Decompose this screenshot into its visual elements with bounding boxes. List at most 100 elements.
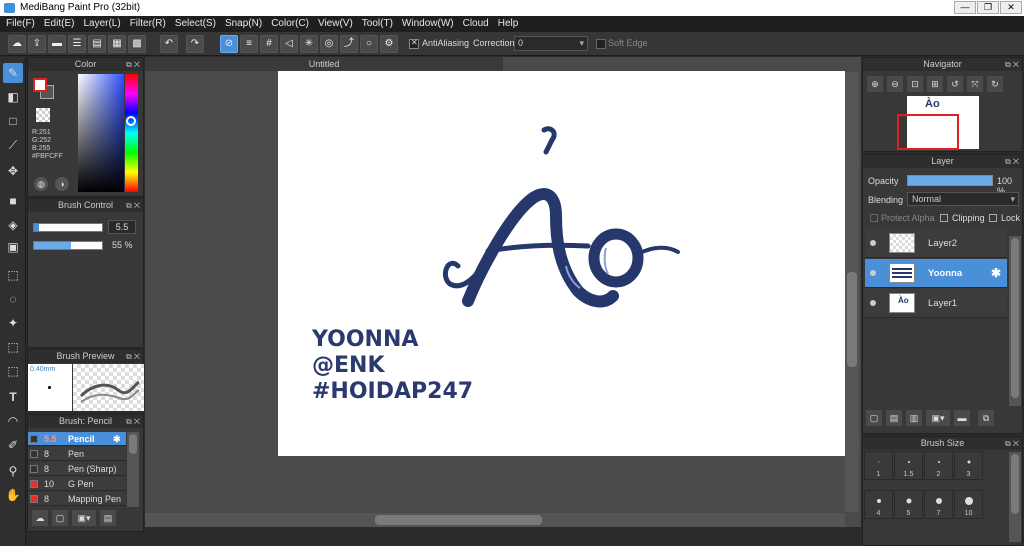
brush-size-3[interactable]: 3 (954, 451, 983, 480)
layer-scroll-thumb[interactable] (1011, 238, 1019, 398)
antialiasing-checkbox[interactable] (409, 38, 419, 49)
redo-icon[interactable]: ↷ (186, 35, 204, 53)
brush-size-1-5[interactable]: 1.5 (894, 451, 923, 480)
correction-select[interactable]: 0 ▾ (514, 36, 588, 51)
lasso-tool-icon[interactable]: ◌ (3, 289, 23, 309)
operation-tool-icon[interactable]: ◠ (3, 411, 23, 431)
close-button[interactable]: ✕ (1000, 1, 1022, 14)
vertical-scroll-thumb[interactable] (847, 272, 857, 367)
dot-tool-icon[interactable]: □ (3, 111, 23, 131)
clipping-checkbox[interactable] (940, 214, 948, 222)
panel-pin-icon[interactable]: ⧉ ✕ (1005, 155, 1019, 168)
panel-icon[interactable]: ▦ (108, 35, 126, 53)
zoom-out-icon[interactable]: ⊖ (887, 76, 903, 92)
brush-size-scroll-thumb[interactable] (1011, 454, 1019, 514)
brush-list-scrollbar[interactable] (127, 432, 139, 507)
eraser-tool-icon[interactable]: ◧ (3, 87, 23, 107)
snap-grid-icon[interactable]: # (260, 35, 278, 53)
brush-size-10[interactable]: 10 (954, 490, 983, 519)
brush-size-7[interactable]: 7 (924, 490, 953, 519)
eyedropper-icon[interactable]: ⚲ (3, 461, 23, 481)
layer-item-layer1[interactable]: Ào Layer1 (865, 289, 1007, 318)
brush-item-g-pen[interactable]: 10 G Pen (28, 477, 126, 491)
panel-pin-icon[interactable]: ⧉ ✕ (1005, 58, 1019, 71)
brush-item-pen-sharp[interactable]: 8 Pen (Sharp) (28, 462, 126, 476)
brush-size-5[interactable]: 5 (894, 490, 923, 519)
comment-icon[interactable]: ▬ (48, 35, 66, 53)
new-brush-icon[interactable]: ▢ (52, 510, 68, 526)
snap-settings-icon[interactable]: ⚙ (380, 35, 398, 53)
saturation-value-picker[interactable] (78, 74, 124, 192)
brush-item-pen[interactable]: 8 Pen (28, 447, 126, 461)
brush-item-pencil[interactable]: 5.5 Pencil ✱ (28, 432, 126, 446)
folder-icon[interactable]: ▬ (954, 410, 970, 426)
snap-parallel-icon[interactable]: ≡ (240, 35, 258, 53)
snap-circle-icon[interactable]: ◎ (320, 35, 338, 53)
panel-pin-icon[interactable]: ⧉ ✕ (126, 199, 140, 212)
brush-size-scrollbar[interactable] (1009, 452, 1021, 542)
palette-icon[interactable]: ◍ (34, 177, 48, 191)
layer-menu-icon[interactable]: ▣▾ (926, 410, 950, 426)
grid-icon[interactable]: ▩ (128, 35, 146, 53)
foreground-color-swatch[interactable] (33, 78, 47, 92)
horizontal-scroll-thumb[interactable] (375, 515, 542, 525)
snap-ellipse-icon[interactable]: ○ (360, 35, 378, 53)
brush-tool-icon[interactable]: ✎ (3, 63, 23, 83)
magic-wand-icon[interactable]: ✦ (3, 313, 23, 333)
minimize-button[interactable]: — (954, 1, 976, 14)
menu-file[interactable]: File(F) (3, 16, 41, 32)
new-halftone-layer-icon[interactable]: ▤ (886, 410, 902, 426)
line-tool-icon[interactable]: ⟋ (3, 135, 23, 155)
rotate-left-icon[interactable]: ↺ (947, 76, 963, 92)
viewport-indicator[interactable] (897, 114, 959, 150)
menu-edit[interactable]: Edit(E) (41, 16, 81, 32)
vertical-scrollbar[interactable] (845, 72, 859, 512)
panel-pin-icon[interactable]: ⧉ ✕ (126, 350, 140, 363)
zoom-in-icon[interactable]: ⊕ (867, 76, 883, 92)
horizontal-scrollbar[interactable] (145, 513, 845, 527)
menu-snap[interactable]: Snap(N) (222, 16, 268, 32)
document-icon[interactable]: ▤ (88, 35, 106, 53)
hand-tool-icon[interactable]: ✋ (3, 485, 23, 505)
navigator-preview[interactable]: Ào (897, 96, 979, 150)
brush-opacity-slider[interactable] (33, 241, 103, 250)
panel-pin-icon[interactable]: ⧉ ✕ (126, 415, 140, 428)
comment-list-icon[interactable]: ☰ (68, 35, 86, 53)
menu-color[interactable]: Color(C) (268, 16, 315, 32)
reset-rotation-icon[interactable]: ⤧ (967, 76, 983, 92)
protect-alpha-checkbox[interactable] (870, 214, 878, 222)
add-brush-menu-icon[interactable]: ▣▾ (72, 510, 96, 526)
menu-window[interactable]: Window(W) (399, 16, 460, 32)
menu-select[interactable]: Select(S) (172, 16, 222, 32)
actual-size-icon[interactable]: ⊞ (927, 76, 943, 92)
transparent-color-swatch[interactable] (36, 108, 50, 122)
move-tool-icon[interactable]: ✥ (3, 161, 23, 181)
document-canvas[interactable]: YOONNA @ENK #HOIDAP247 (278, 71, 845, 456)
gear-icon[interactable]: ✱ (113, 432, 121, 446)
divide-tool-icon[interactable]: ✐ (3, 435, 23, 455)
copy-brush-icon[interactable]: ▤ (100, 510, 116, 526)
gradient-tool-icon[interactable]: ▣ (3, 237, 23, 257)
layer-item-layer2[interactable]: Layer2 (865, 229, 1007, 258)
lock-checkbox[interactable] (989, 214, 997, 222)
brush-item-mapping-pen[interactable]: 8 Mapping Pen (28, 492, 126, 506)
soft-edge-checkbox[interactable] (596, 39, 606, 49)
snap-curve-icon[interactable]: ⤴ (340, 35, 358, 53)
eye-icon[interactable] (870, 240, 876, 246)
eye-icon[interactable] (870, 300, 876, 306)
menu-view[interactable]: View(V) (315, 16, 359, 32)
menu-filter[interactable]: Filter(R) (127, 16, 172, 32)
new-layer-icon[interactable]: ▢ (866, 410, 882, 426)
color-picker-icon[interactable]: ◑ (55, 177, 69, 191)
panel-pin-icon[interactable]: ⧉ ✕ (1005, 437, 1019, 450)
layer-opacity-slider[interactable] (907, 175, 993, 186)
menu-tool[interactable]: Tool(T) (359, 16, 399, 32)
brush-list-scroll-thumb[interactable] (129, 434, 137, 454)
panel-pin-icon[interactable]: ⧉ ✕ (126, 58, 140, 71)
menu-cloud[interactable]: Cloud (460, 16, 495, 32)
menu-help[interactable]: Help (495, 16, 525, 32)
brush-size-slider[interactable] (33, 223, 103, 232)
cloud-brush-icon[interactable]: ☁ (32, 510, 48, 526)
menu-layer[interactable]: Layer(L) (80, 16, 126, 32)
select-tool-icon[interactable]: ⬚ (3, 265, 23, 285)
